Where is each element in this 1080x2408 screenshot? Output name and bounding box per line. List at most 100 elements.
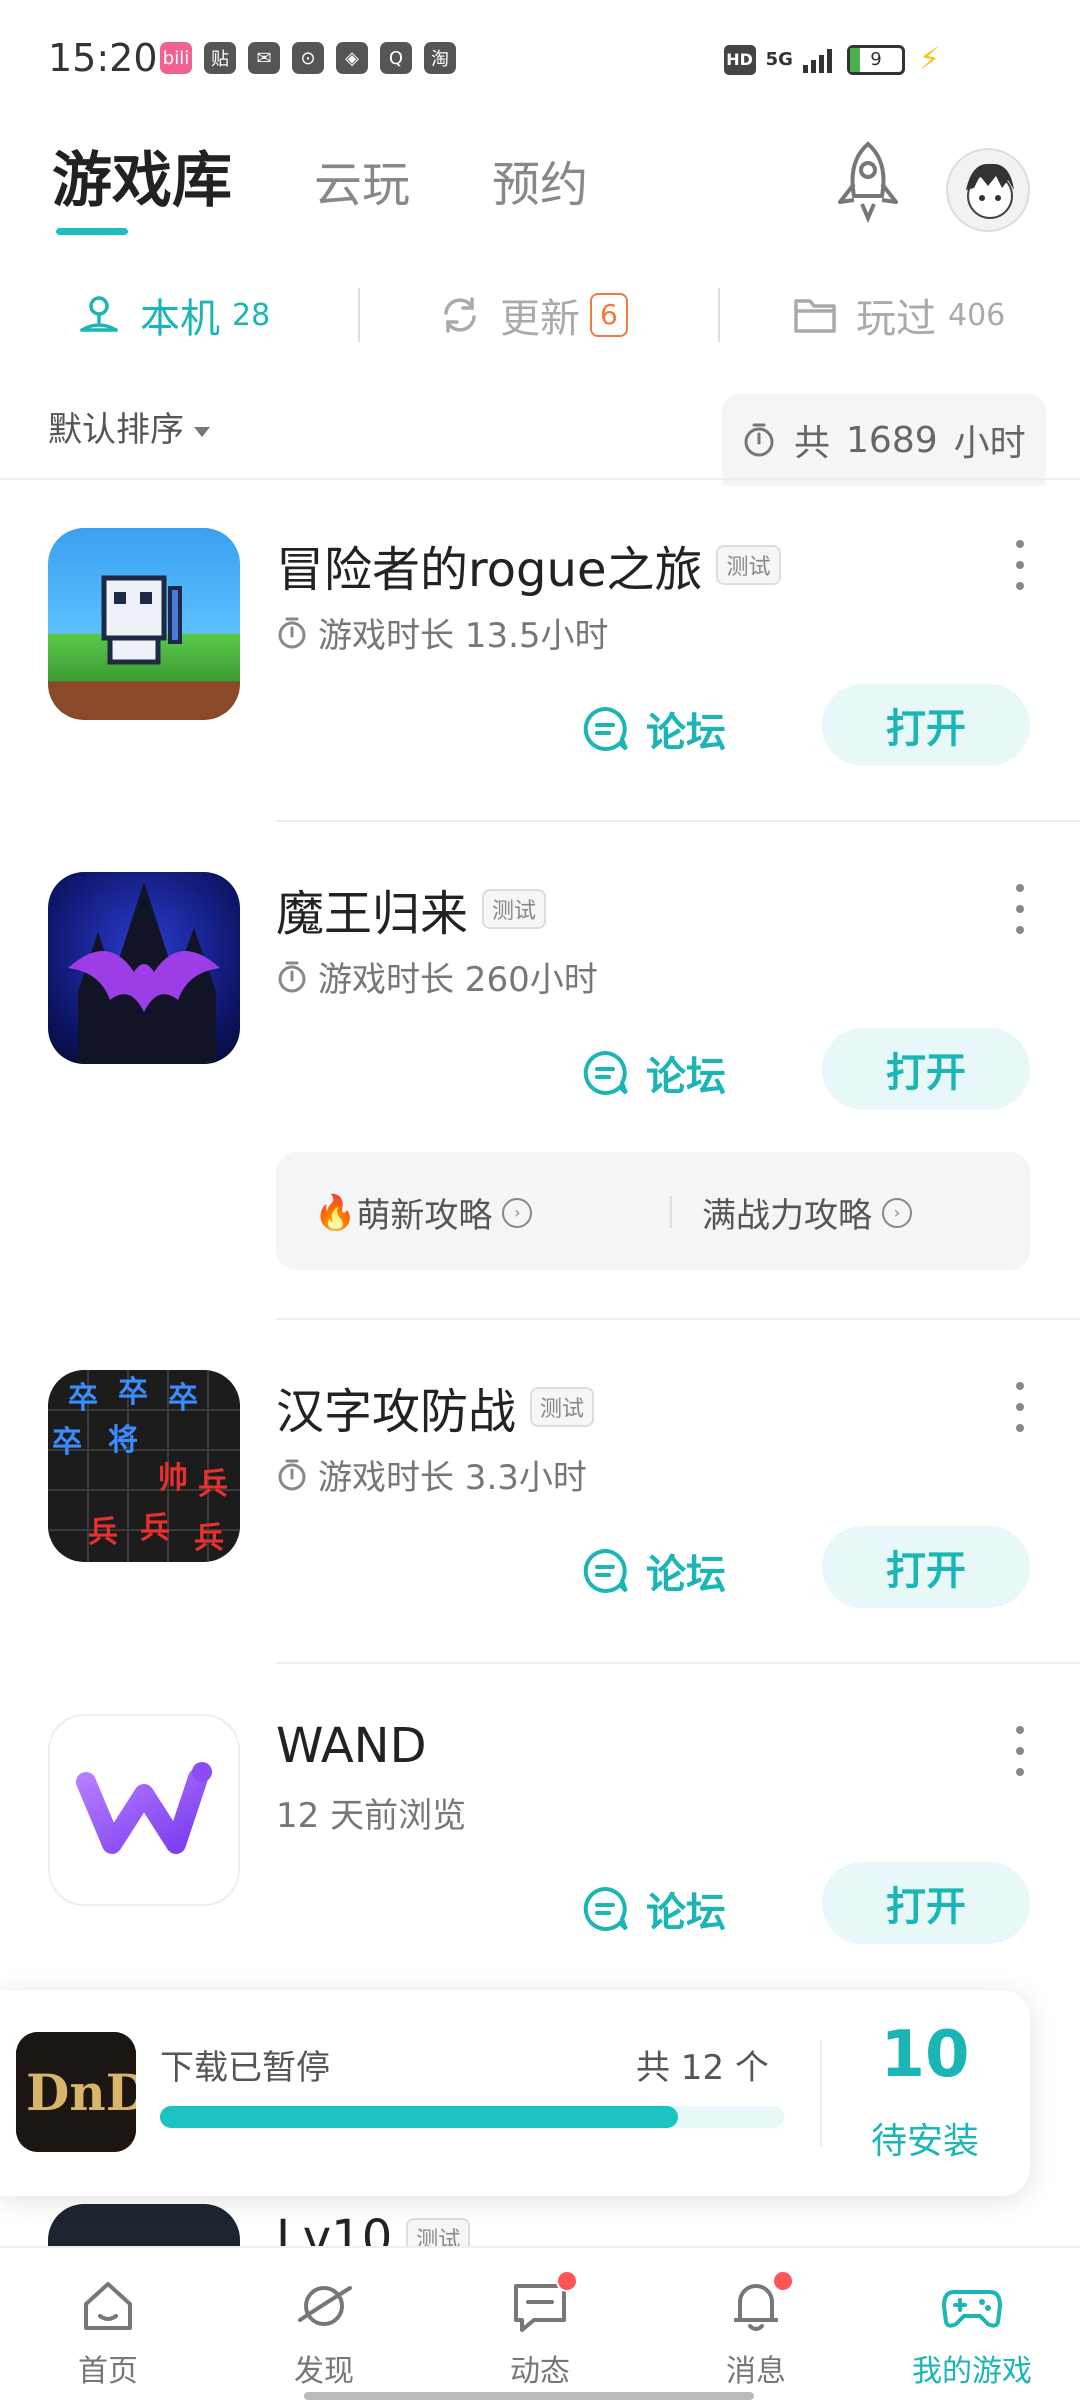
forum-button[interactable]: 论坛 [582, 700, 726, 758]
knight-icon [101, 575, 182, 665]
hd-icon: HD [723, 44, 756, 75]
game-title[interactable]: WAND [276, 1718, 427, 1774]
forum-button[interactable]: 论坛 [582, 1044, 726, 1102]
test-tag: 测试 [482, 889, 547, 929]
total-playtime: 共 1689 小时 [722, 394, 1046, 486]
game-icon-demon-king[interactable] [48, 872, 240, 1064]
tab-cloud-play[interactable]: 云玩 [314, 145, 410, 215]
subtab-played-label: 玩过 [856, 296, 936, 342]
open-button[interactable]: 打开 [822, 1028, 1030, 1110]
game-icon-hanzi[interactable]: 卒卒卒 卒将 帅兵 兵兵兵 [48, 1370, 240, 1562]
more-options-icon[interactable] [1010, 1382, 1030, 1432]
location-icon: ⊙ [292, 42, 324, 74]
game-title-text: WAND [276, 1718, 427, 1774]
nav-feed-label: 动态 [510, 2354, 570, 2389]
forum-label: 论坛 [646, 710, 726, 756]
open-button[interactable]: 打开 [822, 684, 1030, 766]
sub-tabs: 本机 28 更新 6 玩过 406 [0, 270, 1080, 360]
bilibili-icon: bili [160, 42, 192, 74]
game-title[interactable]: 汉字攻防战 测试 [276, 1372, 595, 1442]
forum-button[interactable]: 论坛 [582, 1880, 726, 1938]
svg-text:卒: 卒 [168, 1381, 198, 1416]
nav-my-games-label: 我的游戏 [912, 2354, 1032, 2389]
guide-max-power[interactable]: 满战力攻略 › [702, 1188, 912, 1237]
guide-max-power-label: 满战力攻略 [702, 1196, 872, 1236]
forum-button[interactable]: 论坛 [582, 1542, 726, 1600]
caret-down-icon [194, 426, 210, 437]
forum-icon [583, 706, 628, 751]
guide-newbie[interactable]: 🔥 萌新攻略 › [314, 1188, 533, 1237]
notification-dot [556, 2270, 578, 2292]
download-count: 共 12 个 [636, 2048, 769, 2088]
sort-dropdown[interactable]: 默认排序 [48, 402, 210, 451]
home-indicator[interactable] [304, 2392, 754, 2400]
tab-reserve[interactable]: 预约 [492, 145, 588, 215]
game-playtime: 游戏时长 13.5小时 [276, 608, 609, 657]
subtab-update[interactable]: 更新 6 [438, 270, 628, 360]
rocket-icon[interactable] [830, 140, 906, 224]
guide-newbie-label: 萌新攻略 [356, 1196, 493, 1236]
divider [276, 820, 1080, 822]
nav-home[interactable]: 首页 [0, 2248, 216, 2408]
subtab-local-label: 本机 [140, 296, 220, 342]
tab-game-library[interactable]: 游戏库 [52, 132, 232, 219]
divider [820, 2040, 822, 2146]
status-indicators: HD 5G 9 ⚡ [723, 42, 940, 77]
nav-messages[interactable]: 消息 [648, 2248, 864, 2408]
last-viewed-text: 12 天前浏览 [276, 1796, 467, 1836]
status-time: 15:20 [48, 36, 158, 80]
game-playtime: 游戏时长 260小时 [276, 952, 598, 1001]
download-progress-fill [160, 2106, 678, 2128]
game-icon-wand[interactable] [48, 1714, 240, 1906]
charging-icon: ⚡ [918, 42, 940, 77]
planet-icon [298, 2286, 352, 2326]
open-button[interactable]: 打开 [822, 1526, 1030, 1608]
nav-discover[interactable]: 发现 [216, 2248, 432, 2408]
nav-feed[interactable]: 动态 [432, 2248, 648, 2408]
nav-messages-label: 消息 [726, 2354, 786, 2389]
subtab-divider [718, 288, 720, 342]
avatar-image [966, 163, 1014, 219]
svg-text:卒: 卒 [52, 1425, 82, 1460]
avatar[interactable] [946, 148, 1030, 232]
chat-icon-wrap [508, 2270, 578, 2338]
pending-install-label: 待安装 [870, 2121, 979, 2162]
mail-icon: ✉ [248, 42, 280, 74]
chevron-right-icon: › [882, 1197, 912, 1228]
game-title[interactable]: 魔王归来 测试 [276, 874, 547, 944]
forum-label: 论坛 [646, 1552, 726, 1598]
total-unit: 小时 [953, 423, 1026, 464]
subtab-played-count: 406 [948, 297, 1006, 333]
game-icon-rogue[interactable] [48, 528, 240, 720]
open-button[interactable]: 打开 [822, 1862, 1030, 1944]
subtab-played[interactable]: 玩过 406 [792, 270, 1005, 360]
more-options-icon[interactable] [1010, 1726, 1030, 1776]
gamepad-icon [942, 2290, 1002, 2328]
more-options-icon[interactable] [1010, 540, 1030, 590]
update-count-badge: 6 [590, 293, 628, 337]
taobao-icon: 淘 [424, 42, 456, 74]
subtab-local-count: 28 [232, 297, 271, 333]
fire-icon: 🔥 [314, 1192, 357, 1233]
svg-text:卒: 卒 [68, 1381, 98, 1416]
chevron-right-icon: › [502, 1197, 533, 1228]
forum-label: 论坛 [646, 1890, 726, 1936]
download-banner[interactable]: DnD 下载已暂停 共 12 个 10 待安装 [0, 1990, 1030, 2196]
game-title[interactable]: 冒险者的rogue之旅 测试 [276, 530, 781, 600]
pending-install-count: 10 [880, 2018, 970, 2092]
more-options-icon[interactable] [1010, 884, 1030, 934]
nav-my-games[interactable]: 我的游戏 [864, 2248, 1080, 2408]
folder-icon [794, 299, 836, 333]
total-prefix: 共 [794, 423, 831, 464]
divider [276, 1662, 1080, 1664]
game-title-text: 冒险者的rogue之旅 [276, 542, 703, 598]
bell-icon-wrap [724, 2270, 794, 2338]
signal-bars-icon [802, 48, 832, 73]
svg-text:兵: 兵 [194, 1521, 224, 1556]
subtab-local[interactable]: 本机 28 [76, 270, 270, 360]
total-hours: 1689 [846, 419, 938, 461]
signal-icon: 5G [765, 49, 793, 70]
download-progress-bar [160, 2106, 784, 2128]
svg-text:帅: 帅 [158, 1461, 188, 1496]
download-status: 下载已暂停 [160, 2048, 330, 2088]
